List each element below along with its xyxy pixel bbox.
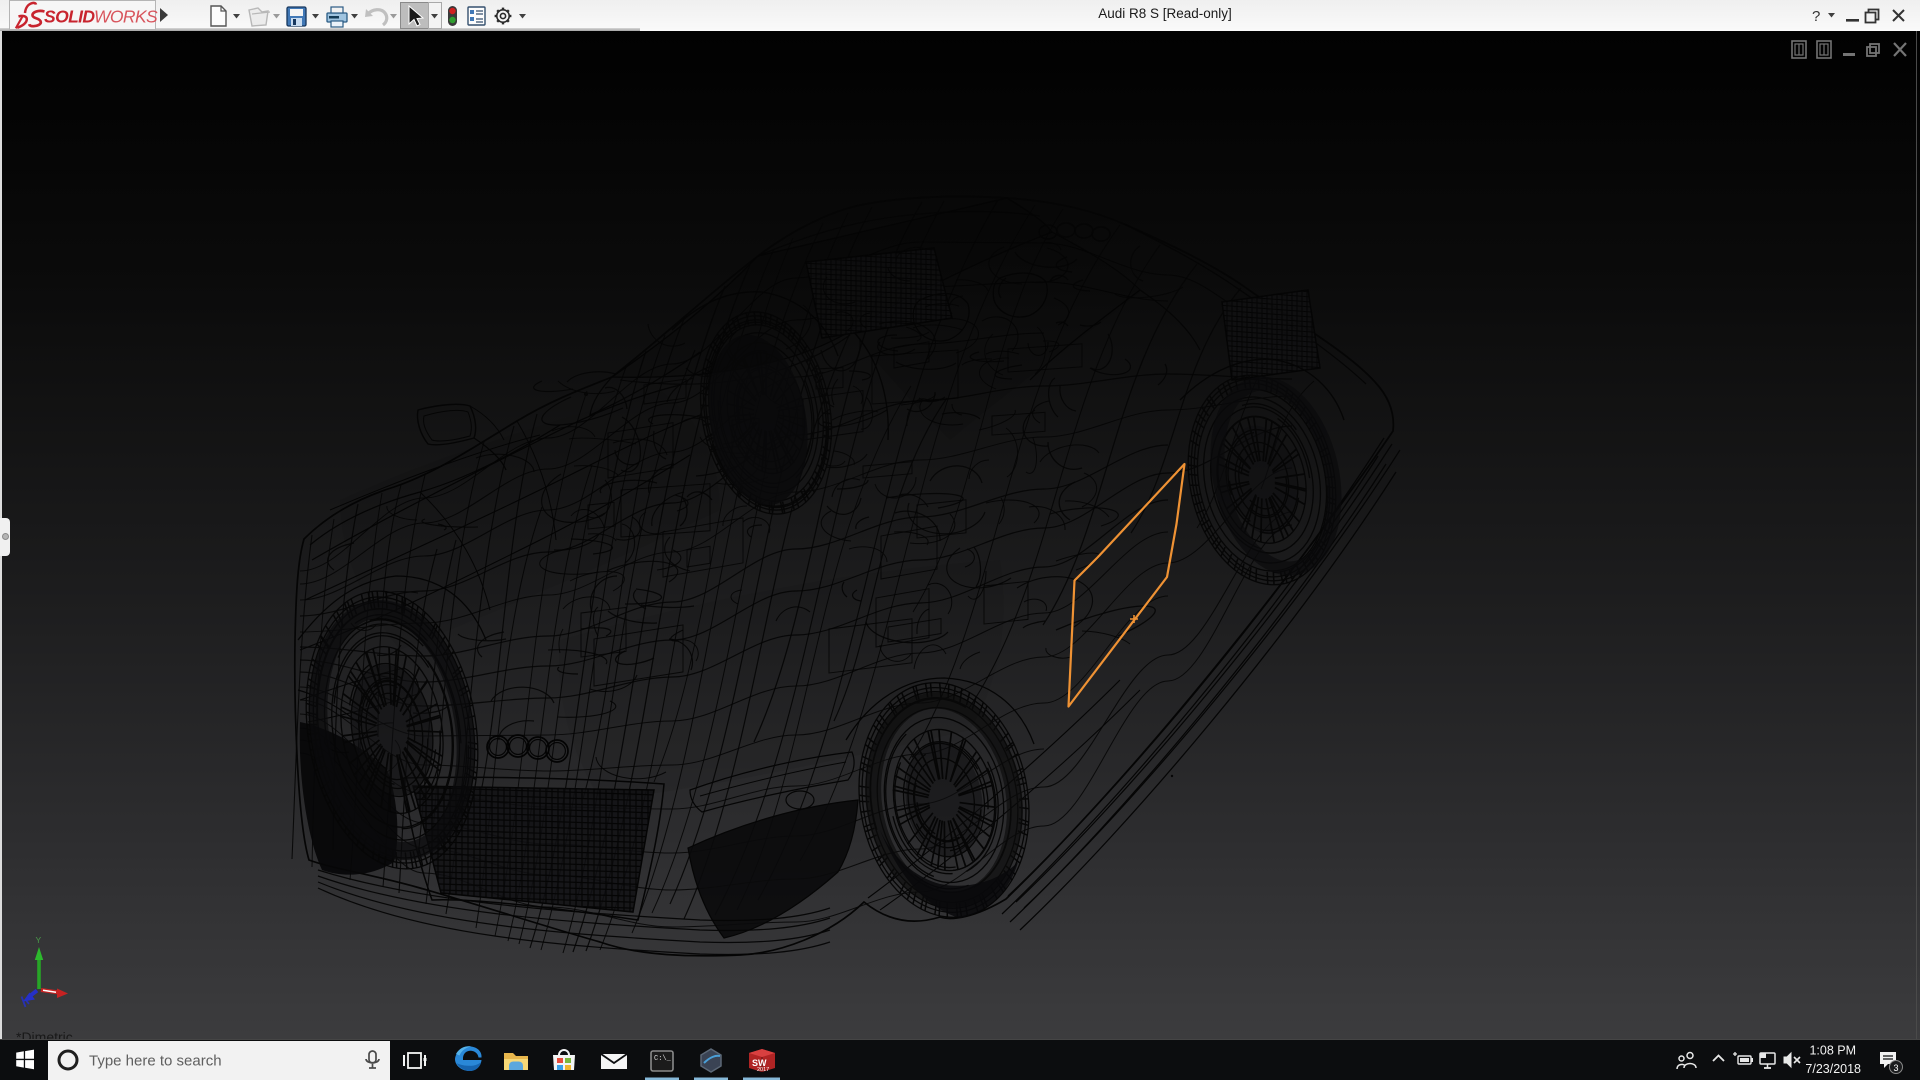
svg-text:?: ? bbox=[1812, 8, 1820, 25]
svg-text:Y: Y bbox=[36, 935, 42, 945]
svg-text:1:08 PM: 1:08 PM bbox=[1809, 1044, 1856, 1058]
svg-text:C:\_: C:\_ bbox=[654, 1055, 672, 1063]
svg-text:7/23/2018: 7/23/2018 bbox=[1805, 1062, 1861, 1076]
svg-text:2017: 2017 bbox=[757, 1067, 769, 1073]
svg-text:Type here to search: Type here to search bbox=[89, 1053, 222, 1070]
svg-text:3: 3 bbox=[1893, 1063, 1898, 1073]
